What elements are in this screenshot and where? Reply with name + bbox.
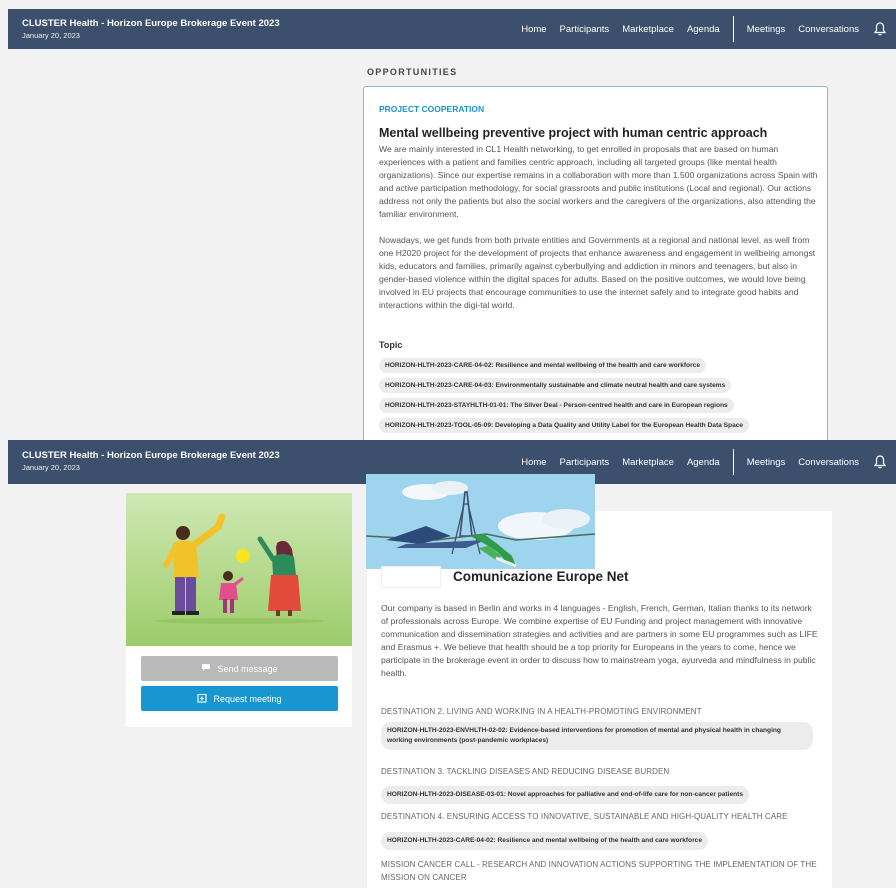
company-logo [381,566,441,588]
company-name: Comunicazione Europe Net [453,569,629,584]
topic-label: Topic [379,340,403,350]
request-meeting-label: Request meeting [213,693,282,704]
topic-tag: HORIZON-HLTH-2023-CARE-04-03: Environmen… [379,378,732,393]
nav-home[interactable]: Home [521,24,546,35]
brand[interactable]: CLUSTER Health - Horizon Europe Brokerag… [22,450,280,474]
nav-conversations[interactable]: Conversations [798,24,859,35]
event-title: CLUSTER Health - Horizon Europe Brokerag… [22,18,280,29]
topic-tag: HORIZON-HLTH-2023-CARE-04-02: Resilience… [379,358,706,373]
description-paragraph: We are mainly interested in CL1 Health n… [379,144,818,219]
nav-meetings[interactable]: Meetings [747,24,786,35]
nav-agenda[interactable]: Agenda [687,457,720,468]
description-paragraph: Nowadays, we get funds from both private… [379,235,816,310]
opportunity-type: PROJECT COOPERATION [379,104,485,114]
topic-tag: HORIZON-HLTH-2023-CARE-04-02: Resilience… [381,832,708,850]
opportunity-screen: CLUSTER Health - Horizon Europe Brokerag… [0,0,896,440]
company-banner-image [366,474,595,569]
nav-agenda[interactable]: Agenda [687,24,720,35]
topic-list: HORIZON-HLTH-2023-CARE-04-02: Resilience… [379,358,750,438]
chat-icon [201,663,211,674]
request-meeting-button[interactable]: Request meeting [141,686,338,711]
event-date: January 20, 2023 [22,463,80,472]
nav-marketplace[interactable]: Marketplace [622,24,674,35]
nav-divider [732,449,734,475]
nav-marketplace[interactable]: Marketplace [622,457,674,468]
nav-conversations[interactable]: Conversations [798,457,859,468]
destination-topic: HORIZON-HLTH-2023-DISEASE-03-01: Novel a… [381,783,750,809]
send-message-label: Send message [217,663,278,674]
destination-topic: HORIZON-HLTH-2023-ENVHLTH-02-02: Evidenc… [381,722,813,755]
nav-divider [732,16,734,42]
topic-tag: HORIZON-HLTH-2023-TOOL-05-09: Developing… [379,418,750,433]
company-description: Our company is based in Berlin and works… [381,603,818,678]
top-navbar: CLUSTER Health - Horizon Europe Brokerag… [8,9,896,49]
opportunity-card[interactable]: PROJECT COOPERATION Mental wellbeing pre… [363,86,828,440]
destination-title: MISSION CANCER CALL - RESEARCH AND INNOV… [381,860,817,882]
section-title: OPPORTUNITIES [367,67,458,77]
topic-tag: HORIZON-HLTH-2023-ENVHLTH-02-02: Evidenc… [381,722,813,750]
family-illustration [126,493,352,646]
event-title: CLUSTER Health - Horizon Europe Brokerag… [22,450,280,461]
nav-home[interactable]: Home [521,457,546,468]
profile-sidebar: Send message Request meeting [126,493,352,727]
company-profile-screen: CLUSTER Health - Horizon Europe Brokerag… [0,440,896,888]
brand[interactable]: CLUSTER Health - Horizon Europe Brokerag… [22,18,280,42]
nav-participants[interactable]: Participants [560,457,610,468]
opportunity-description: We are mainly interested in CL1 Health n… [379,143,819,325]
topic-tag: HORIZON-HLTH-2023-DISEASE-03-01: Novel a… [381,786,750,804]
destination-title: DESTINATION 4. ENSURING ACCESS TO INNOVA… [381,812,788,821]
event-date: January 20, 2023 [22,31,80,40]
bell-icon[interactable] [874,22,886,36]
nav-participants[interactable]: Participants [560,24,610,35]
main-nav: Home Participants Marketplace Agenda Mee… [508,9,886,49]
send-message-button[interactable]: Send message [141,656,338,681]
calendar-plus-icon [197,693,208,705]
destination-title: DESTINATION 2. LIVING AND WORKING IN A H… [381,707,702,716]
opportunity-title: Mental wellbeing preventive project with… [379,126,768,140]
destination-title: DESTINATION 3. TACKLING DISEASES AND RED… [381,767,670,776]
destination-topic: HORIZON-HLTH-2023-CARE-04-02: Resilience… [381,829,708,855]
nav-meetings[interactable]: Meetings [747,457,786,468]
bell-icon[interactable] [874,455,886,469]
topic-tag: HORIZON-HLTH-2023-STAYHLTH-01-01: The Si… [379,398,734,413]
